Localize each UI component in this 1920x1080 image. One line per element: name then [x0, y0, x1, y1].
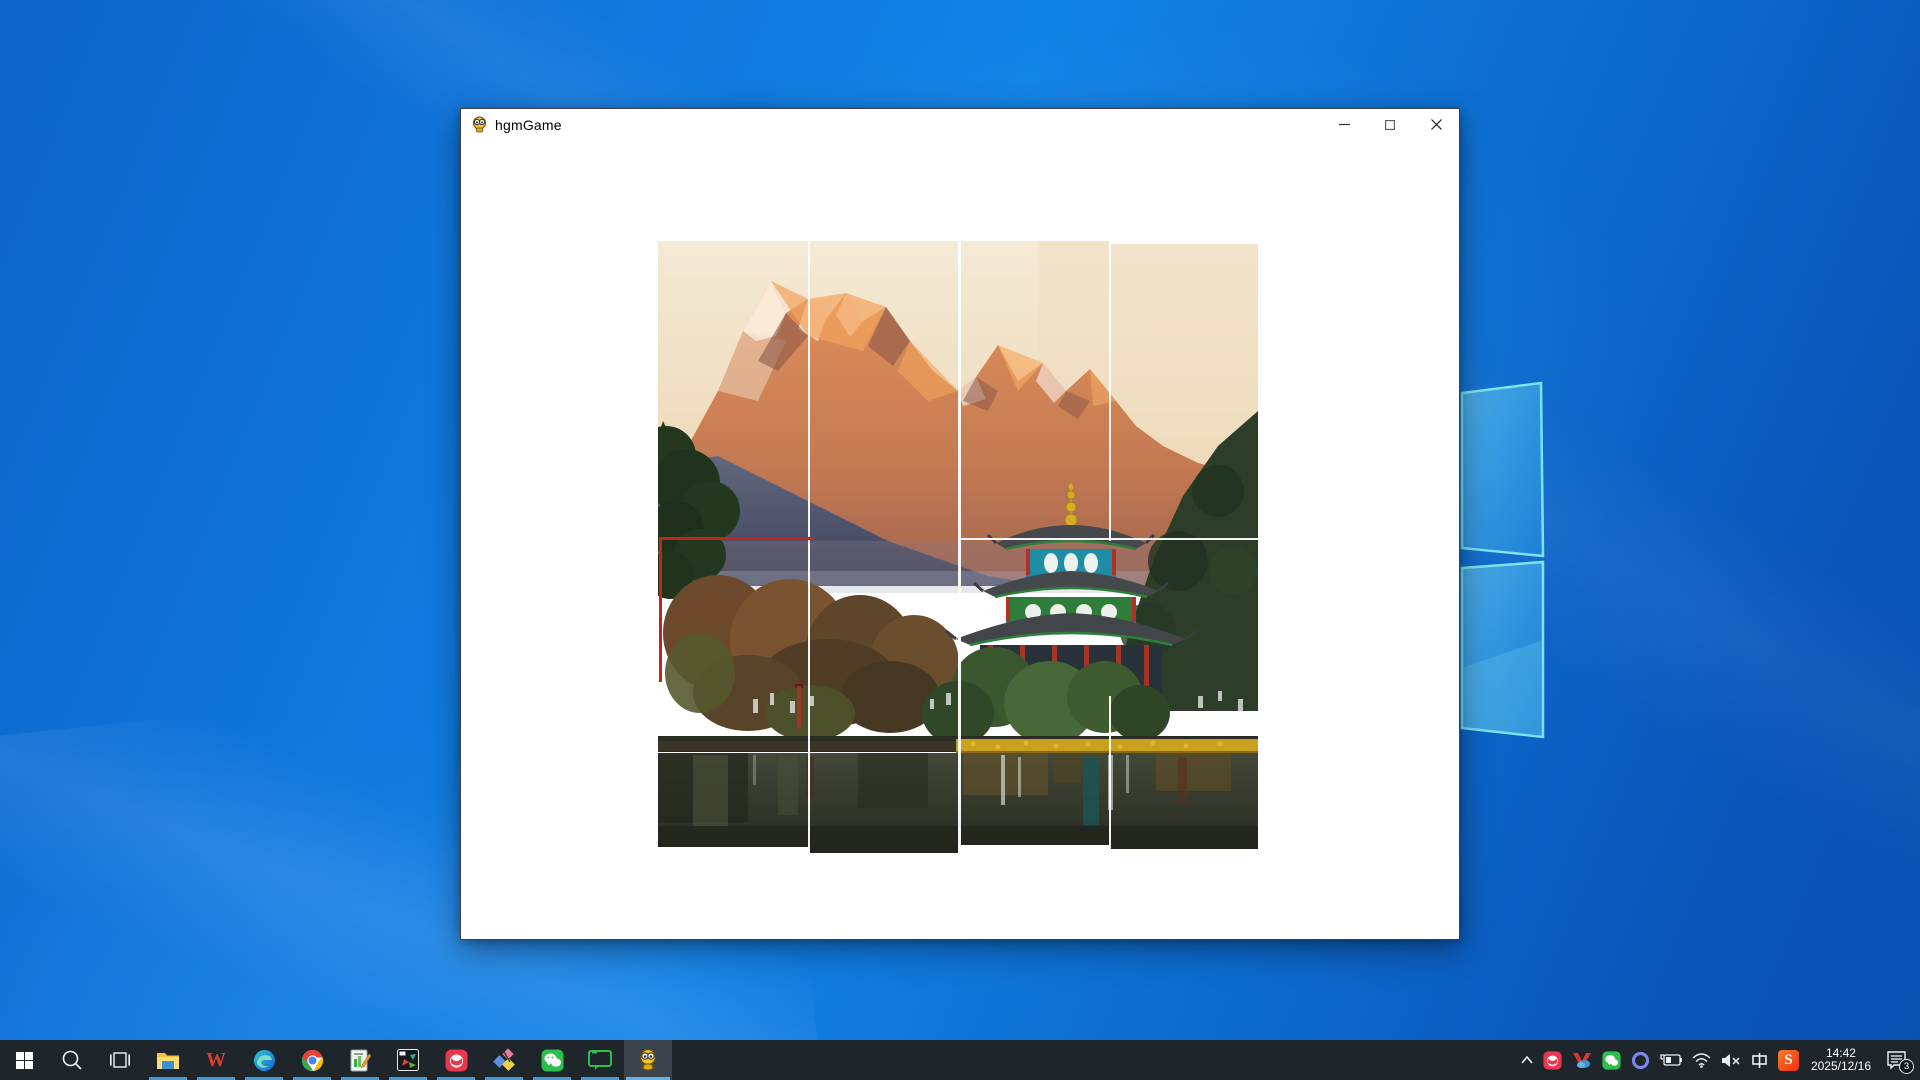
notification-center-button[interactable]: 3 [1878, 1040, 1914, 1080]
tile-edge-gap [1109, 849, 1258, 853]
tray-ring-app[interactable] [1626, 1040, 1655, 1080]
maximize-button[interactable] [1367, 109, 1413, 140]
microsoft-edge-icon [253, 1049, 276, 1072]
task-view-button[interactable] [96, 1040, 144, 1080]
taskbar-app-wps-writer[interactable]: W [192, 1040, 240, 1080]
search-button[interactable] [48, 1040, 96, 1080]
tray-red-mascot-app[interactable] [1538, 1040, 1567, 1080]
tile-seam-horizontal [1109, 241, 1258, 244]
tray-cloud-sync-app[interactable] [1567, 1040, 1597, 1080]
tray-volume[interactable] [1716, 1040, 1746, 1080]
taskbar-app-chrome[interactable] [288, 1040, 336, 1080]
puzzle-board[interactable] [658, 241, 1258, 853]
diamond-app-icon [492, 1048, 516, 1072]
taskbar-clock[interactable]: 14:42 2025/12/16 [1804, 1040, 1878, 1080]
tile-edge-gap [658, 847, 809, 853]
task-view-icon [110, 1051, 130, 1069]
tile-seam-vertical [958, 241, 961, 853]
capture-utility-icon [397, 1049, 419, 1071]
tray-ime-indicator[interactable] [1746, 1040, 1773, 1080]
taskbar-app-capture-utility[interactable] [384, 1040, 432, 1080]
hgmgame-window: hgmGame [460, 108, 1460, 940]
hidden-icons-button[interactable] [1516, 1040, 1538, 1080]
minimize-button[interactable] [1321, 109, 1367, 140]
window-title: hgmGame [495, 117, 562, 133]
taskbar-app-diamond[interactable] [480, 1040, 528, 1080]
taskbar-app-red-mascot[interactable] [432, 1040, 480, 1080]
green-chat-app-icon [588, 1050, 612, 1071]
ring-app-icon [1631, 1051, 1650, 1070]
tile-seam-vertical [1109, 241, 1111, 541]
taskbar-app-file-explorer[interactable] [144, 1040, 192, 1080]
maximize-icon [1385, 120, 1395, 130]
tile-seam-vertical [808, 241, 810, 853]
desktop: hgmGame [0, 0, 1920, 1080]
turtle-game-icon [471, 116, 488, 133]
tray-network[interactable] [1687, 1040, 1716, 1080]
taskbar: W [0, 1040, 1920, 1080]
battery-charging-icon [1660, 1053, 1682, 1067]
red-mascot-app-icon [1543, 1051, 1562, 1070]
search-icon [61, 1049, 83, 1071]
tile-seam-horizontal [959, 538, 1258, 540]
tray-sogou-input[interactable]: S [1773, 1040, 1804, 1080]
selected-tile-outline-left [659, 537, 662, 682]
close-button[interactable] [1413, 109, 1459, 140]
cloud-sync-icon [1572, 1051, 1592, 1069]
wechat-icon [1602, 1051, 1621, 1070]
taskbar-app-wechat[interactable] [528, 1040, 576, 1080]
taskbar-app-green-chat[interactable] [576, 1040, 624, 1080]
windows-logo-icon [16, 1052, 33, 1069]
google-chrome-icon [301, 1049, 324, 1072]
selected-tile-outline-top [659, 537, 814, 540]
minimize-icon [1339, 119, 1350, 130]
taskbar-app-document-editor[interactable] [336, 1040, 384, 1080]
ime-chinese-icon [1751, 1052, 1768, 1069]
start-button[interactable] [0, 1040, 48, 1080]
file-explorer-icon [156, 1050, 180, 1070]
clock-date: 2025/12/16 [1811, 1060, 1871, 1073]
red-mascot-app-icon [445, 1049, 468, 1072]
wifi-icon [1692, 1053, 1711, 1068]
sogou-input-icon: S [1778, 1050, 1799, 1071]
taskbar-app-python-puzzle-game[interactable] [624, 1040, 672, 1080]
system-tray: S 14:42 2025/12/16 3 [1516, 1040, 1920, 1080]
close-icon [1431, 119, 1442, 130]
tray-battery[interactable] [1655, 1040, 1687, 1080]
taskbar-app-edge[interactable] [240, 1040, 288, 1080]
volume-muted-icon [1721, 1053, 1741, 1068]
notification-badge: 3 [1899, 1059, 1914, 1074]
titlebar[interactable]: hgmGame [461, 109, 1459, 140]
document-editor-icon [350, 1049, 371, 1072]
tile-edge-gap [959, 845, 1109, 853]
turtle-game-icon [636, 1048, 660, 1072]
tray-wechat[interactable] [1597, 1040, 1626, 1080]
tile-seam-vertical [1109, 696, 1111, 853]
chevron-up-icon [1521, 1056, 1533, 1064]
wechat-icon [541, 1049, 564, 1072]
wps-writer-icon: W [206, 1049, 226, 1072]
wallpaper-logo-panes [1458, 378, 1550, 746]
